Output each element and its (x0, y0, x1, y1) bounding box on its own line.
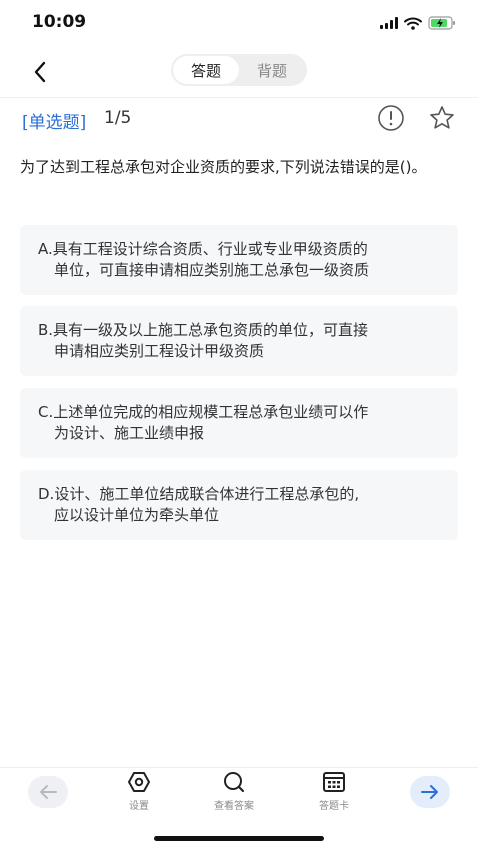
tab-answer[interactable]: 答题 (173, 56, 239, 84)
feedback-icon (378, 105, 404, 131)
back-chevron-icon (34, 61, 46, 83)
previous-question-button[interactable] (28, 776, 68, 808)
option-d[interactable]: D.设计、施工单位结成联合体进行工程总承包的, 应以设计单位为牵头单位 (20, 470, 458, 540)
star-icon (430, 106, 454, 129)
battery-charging-icon (428, 16, 455, 30)
wifi-icon (404, 17, 422, 30)
cellular-signal-icon (380, 17, 398, 29)
arrow-right-icon (421, 785, 438, 799)
question-progress: 1/5 (104, 108, 132, 128)
status-time: 10:09 (32, 12, 87, 32)
option-a[interactable]: A.具有工程设计综合资质、行业或专业甲级资质的 单位，可直接申请相应类别施工总承… (20, 225, 458, 295)
mode-toggle: 答题 背题 (171, 54, 307, 86)
search-icon (224, 772, 245, 793)
option-a-line-2: 单位，可直接申请相应类别施工总承包一级资质 (54, 261, 370, 279)
bottom-toolbar: 设置 查看答案 答题卡 (0, 768, 478, 818)
option-c-line-1: C.上述单位完成的相应规模工程总承包业绩可以作 (38, 403, 369, 421)
header-divider (0, 97, 478, 98)
feedback-button[interactable] (377, 104, 405, 132)
question-header: [单选题] 1/5 (0, 100, 478, 140)
option-a-line-1: A.具有工程设计综合资质、行业或专业甲级资质的 (38, 240, 368, 258)
status-icons (380, 16, 456, 30)
settings-label: 设置 (129, 801, 149, 812)
answer-card-label: 答题卡 (319, 801, 349, 812)
next-question-button[interactable] (410, 776, 450, 808)
option-b[interactable]: B.具有一级及以上施工总承包资质的单位，可直接 申请相应类别工程设计甲级资质 (20, 306, 458, 376)
home-indicator (154, 836, 324, 841)
option-d-line-2: 应以设计单位为牵头单位 (54, 506, 220, 524)
favorite-button[interactable] (428, 104, 456, 132)
settings-icon (128, 772, 150, 792)
option-b-line-2: 申请相应类别工程设计甲级资质 (54, 342, 265, 360)
option-c[interactable]: C.上述单位完成的相应规模工程总承包业绩可以作 为设计、施工业绩申报 (20, 388, 458, 458)
view-answer-button[interactable]: 查看答案 (199, 771, 269, 812)
view-answer-label: 查看答案 (214, 801, 254, 812)
tab-review[interactable]: 背题 (239, 56, 305, 84)
option-c-line-2: 为设计、施工业绩申报 (54, 424, 205, 442)
option-b-line-1: B.具有一级及以上施工总承包资质的单位，可直接 (38, 321, 369, 339)
arrow-left-icon (40, 785, 57, 799)
back-button[interactable] (24, 56, 56, 88)
status-bar: 10:09 (0, 0, 478, 48)
question-type-label: [单选题] (22, 113, 87, 133)
option-d-line-1: D.设计、施工单位结成联合体进行工程总承包的, (38, 485, 360, 503)
settings-button[interactable]: 设置 (104, 771, 174, 812)
question-stem: 为了达到工程总承包对企业资质的要求,下列说法错误的是()。 (20, 158, 427, 176)
calendar-icon (323, 772, 345, 792)
nav-bar: 答题 背题 (0, 48, 478, 96)
answer-card-button[interactable]: 答题卡 (299, 771, 369, 812)
